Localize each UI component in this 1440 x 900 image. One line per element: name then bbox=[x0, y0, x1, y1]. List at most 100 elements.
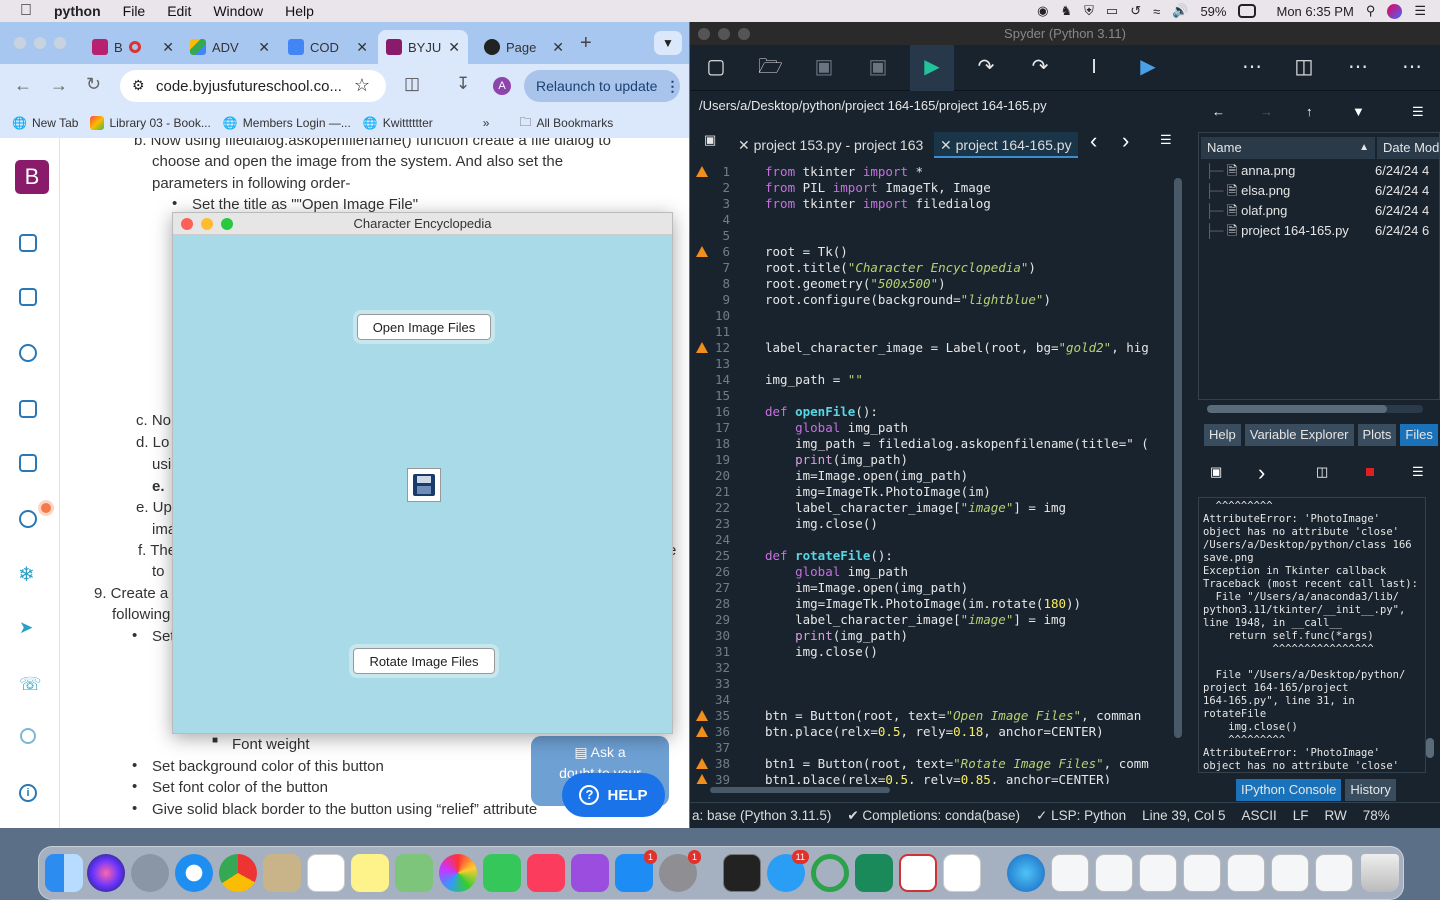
rocket-icon[interactable]: ➤ bbox=[19, 618, 33, 638]
file-row[interactable]: ├─ 🗎 project 164-165.py 6/24/24 6 bbox=[1205, 221, 1435, 241]
code-line[interactable]: 38 btn1 = Button(root, text="Rotate Image… bbox=[690, 756, 1172, 772]
new-file-icon[interactable]: ▢ bbox=[704, 55, 728, 79]
time-machine-icon[interactable]: ↺ bbox=[1130, 3, 1141, 19]
spotlight-icon[interactable]: ⚲ bbox=[1366, 3, 1376, 19]
photos-icon[interactable] bbox=[439, 854, 477, 892]
code-line[interactable]: 25 def rotateFile(): bbox=[690, 548, 1172, 564]
browser-tab[interactable]: COD ✕ bbox=[280, 30, 376, 64]
bookmarks-overflow-icon[interactable]: » bbox=[483, 116, 490, 130]
code-line[interactable]: 4 bbox=[690, 212, 1172, 228]
window-thumbnail-icon[interactable] bbox=[1315, 854, 1353, 892]
support-icon[interactable]: ☏ bbox=[19, 674, 42, 695]
anaconda-icon[interactable] bbox=[811, 854, 849, 892]
code-line[interactable]: 13 bbox=[690, 356, 1172, 372]
open-image-button[interactable]: Open Image Files bbox=[353, 310, 495, 344]
status-completions[interactable]: Completions: conda(base) bbox=[862, 808, 1020, 823]
stop-icon[interactable] bbox=[1366, 468, 1374, 476]
chevron-left-icon[interactable]: ‹ bbox=[1090, 128, 1097, 154]
close-tab-icon[interactable]: ✕ bbox=[448, 39, 460, 56]
code-line[interactable]: 35 btn = Button(root, text="Open Image Fi… bbox=[690, 708, 1172, 724]
code-line[interactable]: 31 img.close() bbox=[690, 644, 1172, 660]
scrollbar-thumb[interactable] bbox=[1174, 178, 1182, 738]
file-row[interactable]: ├─ 🗎 olaf.png 6/24/24 4 bbox=[1205, 201, 1435, 221]
run-icon[interactable]: ▶ bbox=[920, 55, 944, 79]
site-info-icon[interactable]: ⚙ bbox=[132, 77, 145, 94]
close-window-button[interactable] bbox=[14, 37, 26, 49]
more-icon[interactable]: ⋮ bbox=[665, 78, 679, 95]
document-icon[interactable] bbox=[19, 454, 37, 472]
menu-edit[interactable]: Edit bbox=[167, 3, 191, 19]
close-window-button[interactable] bbox=[698, 28, 710, 40]
code-line[interactable]: 15 bbox=[690, 388, 1172, 404]
close-tab-icon[interactable]: ✕ bbox=[940, 137, 952, 153]
siri-icon[interactable] bbox=[87, 854, 125, 892]
system-settings-icon[interactable]: 1 bbox=[659, 850, 701, 892]
extensions-icon[interactable]: ◫ bbox=[404, 74, 420, 94]
zoom-window-button[interactable] bbox=[738, 28, 750, 40]
forward-icon[interactable]: → bbox=[50, 75, 68, 96]
back-icon[interactable]: ← bbox=[14, 75, 32, 96]
clock[interactable]: Mon 6:35 PM bbox=[1276, 4, 1353, 19]
editor-tab-active[interactable]: ✕ project 164-165.py bbox=[934, 132, 1078, 158]
tab-history[interactable]: History bbox=[1345, 779, 1396, 801]
code-editor[interactable]: 1 from tkinter import * 2 from PIL import I… bbox=[690, 160, 1172, 784]
battery-percent[interactable]: 59% bbox=[1200, 4, 1226, 19]
code-line[interactable]: 1 from tkinter import * bbox=[690, 164, 1172, 180]
status-icon[interactable]: ◉ bbox=[1037, 3, 1048, 19]
close-tab-icon[interactable]: ✕ bbox=[552, 39, 564, 56]
code-line[interactable]: 26 global img_path bbox=[690, 564, 1172, 580]
file-row[interactable]: ├─ 🗎 elsa.png 6/24/24 4 bbox=[1205, 181, 1435, 201]
battery-icon[interactable] bbox=[1238, 4, 1257, 18]
more-icon[interactable]: ⋯ bbox=[1240, 55, 1264, 79]
code-line[interactable]: 23 img.close() bbox=[690, 516, 1172, 532]
new-tab-icon[interactable]: + bbox=[580, 32, 592, 55]
code-line[interactable]: 12 label_character_image = Label(root, bg… bbox=[690, 340, 1172, 356]
files-header-name[interactable]: Name ▲ bbox=[1201, 137, 1375, 159]
bookmark-item[interactable]: Library 03 - Book... bbox=[90, 116, 211, 130]
calendar-icon[interactable] bbox=[307, 854, 345, 892]
code-line[interactable]: 27 im=Image.open(img_path) bbox=[690, 580, 1172, 596]
open-files-document-icon[interactable] bbox=[943, 854, 981, 892]
forward-icon[interactable]: → bbox=[1260, 104, 1273, 119]
code-line[interactable]: 6 root = Tk() bbox=[690, 244, 1172, 260]
help-button[interactable]: ? HELP bbox=[562, 773, 665, 817]
options-icon[interactable]: ☰ bbox=[1160, 132, 1172, 148]
tab-plots[interactable]: Plots bbox=[1357, 424, 1397, 446]
more-icon[interactable]: ⋯ bbox=[1346, 55, 1370, 79]
notes-icon[interactable] bbox=[19, 400, 37, 418]
info-icon[interactable]: i bbox=[19, 784, 37, 802]
browse-tabs-icon[interactable]: ▣ bbox=[704, 132, 716, 148]
status-lsp[interactable]: LSP: Python bbox=[1051, 808, 1126, 823]
code-line[interactable]: 8 root.geometry("500x500") bbox=[690, 276, 1172, 292]
code-line[interactable]: 37 bbox=[690, 740, 1172, 756]
music-icon[interactable] bbox=[527, 854, 565, 892]
browser-tab[interactable]: ADV ✕ bbox=[182, 30, 278, 64]
control-center-icon[interactable]: ☰ bbox=[1414, 3, 1426, 19]
code-line[interactable]: 29 label_character_image["image"] = img bbox=[690, 612, 1172, 628]
bookmark-item[interactable]: 🌐 Members Login —... bbox=[223, 116, 351, 130]
close-tab-icon[interactable]: ✕ bbox=[258, 39, 270, 56]
address-bar[interactable]: ⚙ code.byjusfutureschool.co... ☆ bbox=[120, 70, 386, 102]
window-thumbnail-icon[interactable] bbox=[1051, 854, 1089, 892]
code-line[interactable]: 24 bbox=[690, 532, 1172, 548]
reload-icon[interactable]: ↻ bbox=[86, 74, 101, 95]
trash-icon[interactable]: ◫ bbox=[1316, 464, 1328, 480]
parent-dir-icon[interactable]: ↑ bbox=[1306, 104, 1313, 119]
save-icon[interactable]: ▣ bbox=[812, 55, 836, 79]
file-path-bar[interactable]: /Users/a/Desktop/python/project 164-165/… bbox=[690, 92, 1190, 120]
zoom-window-button[interactable] bbox=[54, 37, 66, 49]
hscroll-thumb[interactable] bbox=[710, 787, 890, 793]
chevron-right-icon[interactable]: › bbox=[1122, 128, 1129, 154]
trash-icon[interactable] bbox=[1361, 854, 1399, 892]
bookmark-star-icon[interactable]: ☆ bbox=[354, 75, 370, 96]
code-line[interactable]: 36 btn.place(relx=0.5, rely=0.18, anchor=… bbox=[690, 724, 1172, 740]
safari-icon[interactable] bbox=[175, 854, 213, 892]
filter-icon[interactable]: ▼ bbox=[1352, 104, 1365, 119]
files-hscrollbar[interactable] bbox=[1207, 405, 1423, 413]
app-icon[interactable] bbox=[899, 854, 937, 892]
code-line[interactable]: 3 from tkinter import filedialog bbox=[690, 196, 1172, 212]
hscroll-thumb[interactable] bbox=[1207, 405, 1387, 413]
menu-file[interactable]: File bbox=[123, 3, 146, 19]
window-thumbnail-icon[interactable] bbox=[1227, 854, 1265, 892]
bookmark-item[interactable]: 🌐 Kwitttttter bbox=[363, 116, 433, 130]
